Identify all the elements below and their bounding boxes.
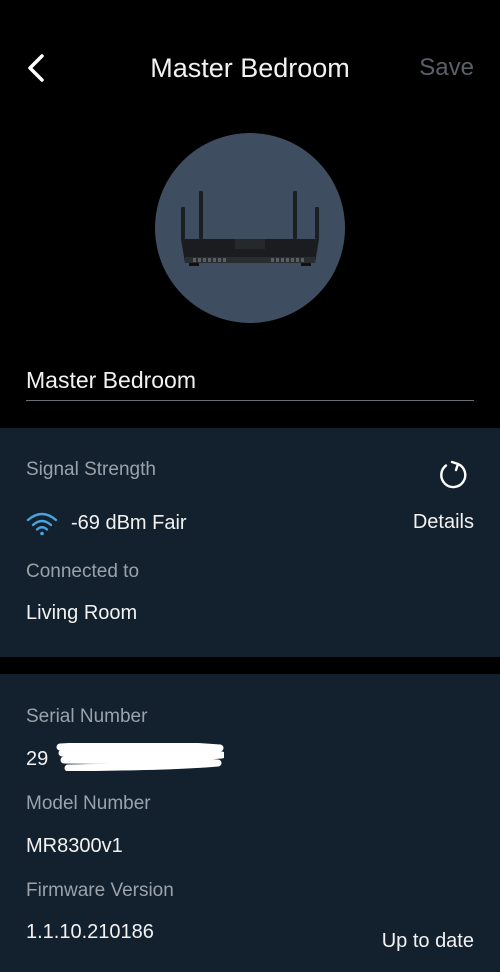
- header: Master Bedroom Save: [0, 0, 500, 428]
- details-link[interactable]: Details: [413, 510, 474, 534]
- signal-card: Signal Strength -69 dBm Fair Details Con…: [0, 428, 500, 657]
- device-image: [155, 133, 345, 323]
- connected-to-value: Living Room: [26, 602, 138, 624]
- refresh-icon: [440, 460, 467, 489]
- firmware-version-label: Firmware Version: [26, 880, 174, 901]
- refresh-button[interactable]: [436, 458, 470, 492]
- serial-number-visible-prefix: 29: [26, 748, 49, 770]
- firmware-status: Up to date: [381, 930, 474, 952]
- model-number-label: Model Number: [26, 793, 151, 814]
- firmware-version-value: 1.1.10.210186: [26, 921, 154, 943]
- redaction-scribble: [56, 743, 224, 771]
- device-info-card: Serial Number 29 36 Model Number MR8300v1…: [0, 674, 500, 972]
- device-name-input[interactable]: [26, 360, 474, 401]
- signal-strength-label: Signal Strength: [26, 459, 156, 480]
- connected-to-label: Connected to: [26, 561, 140, 582]
- wifi-icon: [26, 512, 58, 536]
- router-icon: [181, 191, 319, 266]
- save-button[interactable]: Save: [419, 48, 474, 88]
- signal-value: -69 dBm Fair: [71, 512, 187, 534]
- serial-number-label: Serial Number: [26, 706, 148, 727]
- model-number-value: MR8300v1: [26, 835, 123, 857]
